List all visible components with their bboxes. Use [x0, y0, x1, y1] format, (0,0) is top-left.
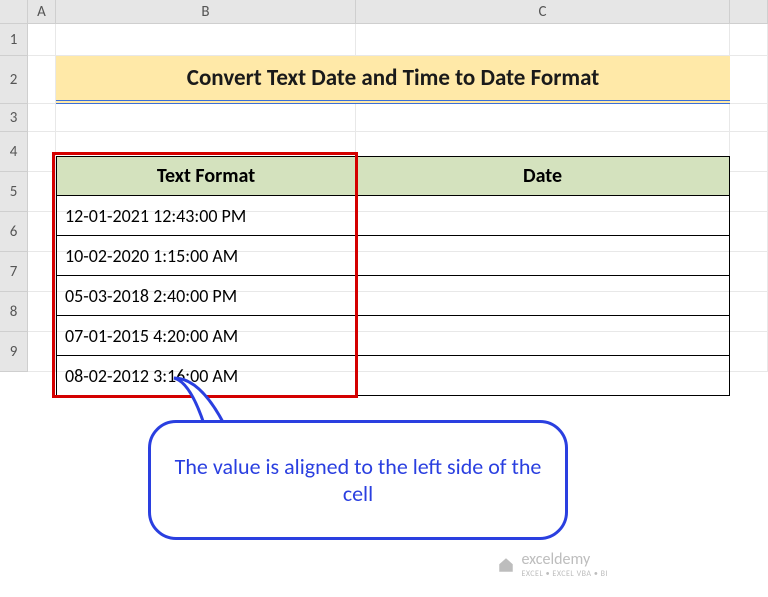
cell-A8[interactable]	[28, 292, 56, 332]
row-header-3[interactable]: 3	[0, 104, 28, 132]
cell-C1[interactable]	[356, 24, 730, 56]
cell-text-format[interactable]: 12-01-2021 12:43:00 PM	[56, 196, 356, 236]
house-icon	[497, 556, 515, 574]
annotation-callout: The value is aligned to the left side of…	[148, 420, 568, 540]
cell-D6[interactable]	[730, 212, 768, 252]
cell-B1[interactable]	[56, 24, 356, 56]
cell-date[interactable]	[356, 356, 730, 396]
table-header-date[interactable]: Date	[356, 156, 730, 196]
watermark: exceldemy EXCEL • EXCEL VBA • BI	[497, 550, 608, 579]
table-row: 08-02-2012 3:16:00 AM	[56, 356, 730, 396]
cell-D3[interactable]	[730, 104, 768, 132]
cell-A5[interactable]	[28, 172, 56, 212]
page-title[interactable]: Convert Text Date and Time to Date Forma…	[56, 56, 730, 104]
cell-text-format[interactable]: 05-03-2018 2:40:00 PM	[56, 276, 356, 316]
col-header-A[interactable]: A	[28, 0, 56, 23]
cell-C3[interactable]	[356, 104, 730, 132]
table-row: 12-01-2021 12:43:00 PM	[56, 196, 730, 236]
cell-date[interactable]	[356, 276, 730, 316]
table-row: 10-02-2020 1:15:00 AM	[56, 236, 730, 276]
row-header-2[interactable]: 2	[0, 56, 28, 104]
col-header-C[interactable]: C	[356, 0, 730, 23]
row-header-7[interactable]: 7	[0, 252, 28, 292]
cell-text-format[interactable]: 10-02-2020 1:15:00 AM	[56, 236, 356, 276]
callout-text: The value is aligned to the left side of…	[173, 453, 543, 507]
row-header-9[interactable]: 9	[0, 332, 28, 372]
row-header-1[interactable]: 1	[0, 24, 28, 56]
cell-A4[interactable]	[28, 132, 56, 172]
cell-date[interactable]	[356, 316, 730, 356]
table-header-text-format[interactable]: Text Format	[56, 156, 356, 196]
column-headers: A B C	[0, 0, 768, 24]
cell-A7[interactable]	[28, 252, 56, 292]
row-header-8[interactable]: 8	[0, 292, 28, 332]
table-row: 07-01-2015 4:20:00 AM	[56, 316, 730, 356]
cell-A3[interactable]	[28, 104, 56, 132]
cell-B3[interactable]	[56, 104, 356, 132]
cell-date[interactable]	[356, 196, 730, 236]
cell-A9[interactable]	[28, 332, 56, 372]
spreadsheet: A B C 1 2 Convert Text Date and Time to …	[0, 0, 768, 597]
cell-D2[interactable]	[730, 56, 768, 104]
cell-D1[interactable]	[730, 24, 768, 56]
cell-D8[interactable]	[730, 292, 768, 332]
cell-D7[interactable]	[730, 252, 768, 292]
cell-D5[interactable]	[730, 172, 768, 212]
col-header-D[interactable]	[730, 0, 768, 23]
cell-D4[interactable]	[730, 132, 768, 172]
row-header-4[interactable]: 4	[0, 132, 28, 172]
watermark-tagline: EXCEL • EXCEL VBA • BI	[521, 569, 608, 579]
row-header-6[interactable]: 6	[0, 212, 28, 252]
col-header-B[interactable]: B	[56, 0, 356, 23]
cell-date[interactable]	[356, 236, 730, 276]
select-all-corner[interactable]	[0, 0, 28, 23]
watermark-brand: exceldemy	[521, 550, 590, 569]
row-header-5[interactable]: 5	[0, 172, 28, 212]
table-row: 05-03-2018 2:40:00 PM	[56, 276, 730, 316]
cell-A2[interactable]	[28, 56, 56, 104]
cell-A1[interactable]	[28, 24, 56, 56]
cell-text-format[interactable]: 07-01-2015 4:20:00 AM	[56, 316, 356, 356]
cell-A6[interactable]	[28, 212, 56, 252]
data-table: Text Format Date 12-01-2021 12:43:00 PM …	[56, 156, 730, 396]
cell-D9[interactable]	[730, 332, 768, 372]
cell-text-format[interactable]: 08-02-2012 3:16:00 AM	[56, 356, 356, 396]
